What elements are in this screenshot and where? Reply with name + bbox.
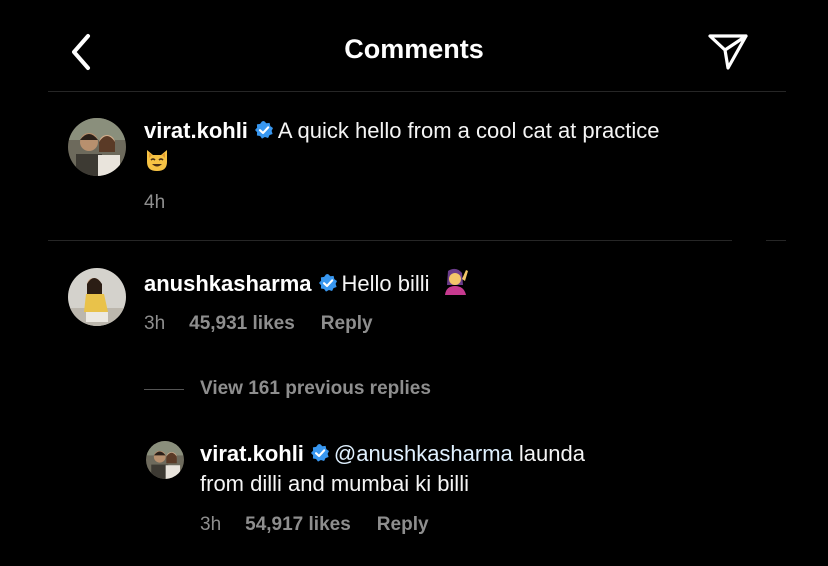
username[interactable]: virat.kohli [144, 118, 248, 143]
caption-emoji-line [144, 147, 170, 180]
avatar[interactable] [68, 268, 126, 326]
comment-text: anushkasharma Hello billi [144, 267, 470, 302]
share-button[interactable] [704, 28, 752, 72]
mention-link[interactable]: @anushkasharma [334, 441, 513, 466]
likes-count[interactable]: 45,931 likes [189, 313, 295, 334]
reply-text-line2: from dilli and mumbai ki billi [200, 471, 469, 496]
view-replies-label: View 161 previous replies [200, 378, 431, 399]
avatar[interactable] [146, 441, 184, 479]
reply-body-line1: launda [518, 441, 585, 466]
likes-count[interactable]: 54,917 likes [245, 514, 351, 535]
header-divider [48, 91, 786, 92]
view-previous-replies-button[interactable]: View 161 previous replies [144, 376, 431, 402]
reply-button[interactable]: Reply [377, 514, 429, 535]
comments-header: Comments [0, 0, 828, 92]
reply-text: virat.kohli @anushkasharma launda [200, 440, 585, 470]
caption-divider [48, 240, 732, 241]
smiling-cat-emoji [144, 147, 170, 180]
verified-badge-icon [310, 442, 330, 470]
paper-plane-icon [708, 34, 748, 70]
verified-badge-icon [254, 119, 274, 147]
caption-text: virat.kohli A quick hello from a cool cat… [144, 117, 659, 147]
reply-button[interactable]: Reply [321, 313, 373, 334]
avatar[interactable] [68, 118, 126, 176]
replies-dash [144, 388, 184, 390]
username[interactable]: anushkasharma [144, 271, 312, 296]
caption-body: A quick hello from a cool cat at practic… [277, 118, 660, 143]
caption-divider-end [766, 240, 786, 241]
comment-meta: 3h 45,931 likes Reply [144, 313, 373, 335]
reply-meta: 3h 54,917 likes Reply [200, 514, 429, 536]
person-raising-hand-emoji [442, 267, 470, 302]
username[interactable]: virat.kohli [200, 441, 304, 466]
timestamp: 3h [144, 313, 166, 334]
verified-badge-icon [318, 272, 338, 300]
timestamp: 3h [200, 514, 222, 535]
comment-body: Hello billi [341, 271, 430, 296]
caption-timestamp: 4h [144, 192, 166, 213]
